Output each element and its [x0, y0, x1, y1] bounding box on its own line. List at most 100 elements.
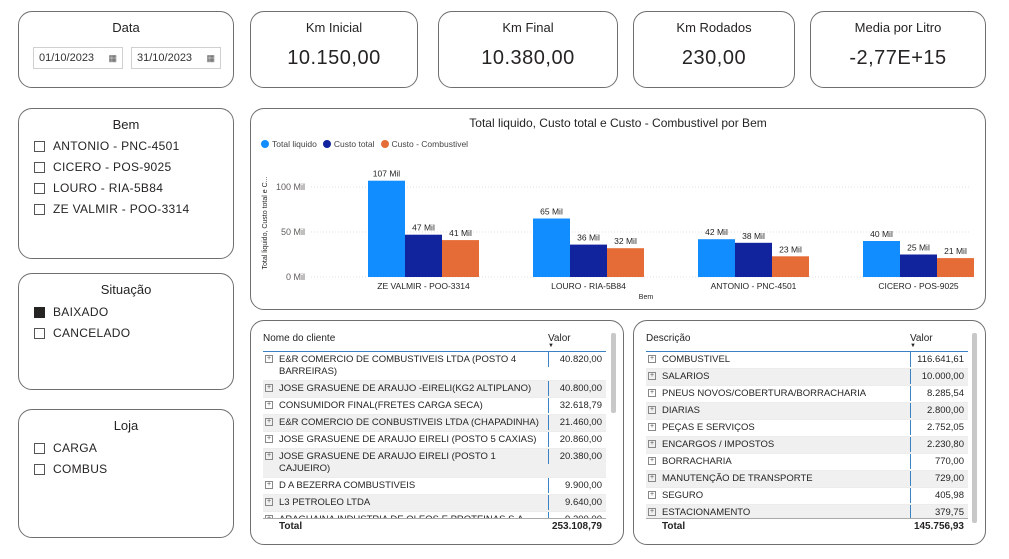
loja-option[interactable]: COMBUS — [34, 462, 233, 476]
table-row[interactable]: + COMBUSTIVEL 116.641,61 — [646, 352, 968, 369]
expand-icon[interactable]: + — [265, 384, 273, 392]
expand-icon[interactable]: + — [265, 355, 273, 363]
row-name: PEÇAS E SERVIÇOS — [662, 422, 755, 433]
data-label: 32 Mil — [614, 236, 637, 246]
row-value: 405,98 — [910, 488, 968, 503]
expand-icon[interactable]: + — [648, 355, 656, 363]
expand-icon[interactable]: + — [648, 457, 656, 465]
bar[interactable] — [772, 256, 809, 277]
data-label: 38 Mil — [742, 231, 765, 241]
table-row[interactable]: + PNEUS NOVOS/COBERTURA/BORRACHARIA 8.285,… — [646, 386, 968, 403]
expand-icon[interactable]: + — [265, 452, 273, 460]
column-header-name[interactable]: Descrição — [646, 333, 910, 348]
bar[interactable] — [607, 248, 644, 277]
bar[interactable] — [442, 240, 479, 277]
expand-icon[interactable]: + — [648, 474, 656, 482]
expand-icon[interactable]: + — [648, 372, 656, 380]
checkbox[interactable] — [34, 161, 45, 173]
table-row[interactable]: + E&R COMERCIO DE CONBUSTIVEIS LTDA (CHAP… — [263, 415, 606, 432]
checkbox[interactable] — [34, 140, 45, 152]
table-row[interactable]: + JOSE GRASUENE DE ARAUJO -EIRELI(KG2 ALT… — [263, 381, 606, 398]
data-label: 23 Mil — [779, 244, 802, 254]
table-row[interactable]: + MANUTENÇÃO DE TRANSPORTE 729,00 — [646, 471, 968, 488]
row-value: 379,75 — [910, 505, 968, 518]
checkbox[interactable] — [34, 463, 45, 475]
bar[interactable] — [698, 239, 735, 277]
scrollbar[interactable] — [972, 333, 977, 523]
bem-option[interactable]: ANTONIO - PNC-4501 — [34, 139, 233, 153]
row-name: ESTACIONAMENTO — [662, 507, 751, 518]
bar[interactable] — [735, 242, 772, 277]
checkbox[interactable] — [34, 442, 45, 454]
column-header-value[interactable]: Valor ▼ — [910, 333, 968, 349]
table-row[interactable]: + CONSUMIDOR FINAL(FRETES CARGA SECA) 32.6… — [263, 398, 606, 415]
checkbox[interactable] — [34, 327, 45, 339]
row-name: D A BEZERRA COMBUSTIVEIS — [279, 480, 416, 491]
bar[interactable] — [368, 180, 405, 277]
table-header: Descrição Valor ▼ — [646, 333, 968, 352]
expand-icon[interactable]: + — [648, 508, 656, 516]
column-header-value[interactable]: Valor ▼ — [548, 333, 606, 349]
expand-icon[interactable]: + — [648, 389, 656, 397]
y-axis-label: Total liquido, Custo total e C... — [262, 176, 269, 269]
legend-item[interactable]: Custo - Combustivel — [380, 139, 468, 149]
checkbox[interactable] — [34, 182, 45, 194]
table-row[interactable]: + ARAGUAINA INDUSTRIA DE OLEOS E PROTEINA… — [263, 512, 606, 518]
expand-icon[interactable]: + — [648, 423, 656, 431]
bar[interactable] — [937, 258, 974, 277]
expand-icon[interactable]: + — [648, 406, 656, 414]
expand-icon[interactable]: + — [265, 435, 273, 443]
table-row[interactable]: + PEÇAS E SERVIÇOS 2.752,05 — [646, 420, 968, 437]
bem-option[interactable]: CICERO - POS-9025 — [34, 160, 233, 174]
table-row[interactable]: + BORRACHARIA 770,00 — [646, 454, 968, 471]
row-name: DIARIAS — [662, 405, 701, 416]
loja-option[interactable]: CARGA — [34, 441, 233, 455]
table-row[interactable]: + JOSE GRASUENE DE ARAUJO EIRELI (POSTO 1… — [263, 449, 606, 478]
expand-icon[interactable]: + — [265, 481, 273, 489]
bar[interactable] — [570, 244, 607, 277]
bem-option[interactable]: ZE VALMIR - POO-3314 — [34, 202, 233, 216]
expand-icon[interactable]: + — [648, 491, 656, 499]
bem-option[interactable]: LOURO - RIA-5B84 — [34, 181, 233, 195]
bar[interactable] — [900, 254, 937, 278]
kpi-label: Km Inicial — [305, 20, 363, 35]
bar[interactable] — [533, 218, 570, 278]
table-row[interactable]: + D A BEZERRA COMBUSTIVEIS 9.900,00 — [263, 478, 606, 495]
table-body: + COMBUSTIVEL 116.641,61 + SALARIOS 10.000,00… — [646, 352, 968, 518]
bar[interactable] — [863, 241, 900, 277]
legend-item[interactable]: Custo total — [322, 139, 375, 149]
start-date-input[interactable]: 01/10/2023 ▦ — [33, 47, 123, 69]
data-label: 41 Mil — [449, 228, 472, 238]
x-axis-label: Bem — [639, 294, 654, 301]
end-date-input[interactable]: 31/10/2023 ▦ — [131, 47, 221, 69]
expand-icon[interactable]: + — [265, 401, 273, 409]
table-row[interactable]: + ENCARGOS / IMPOSTOS 2.230,80 — [646, 437, 968, 454]
table-row[interactable]: + L3 PETROLEO LTDA 9.640,00 — [263, 495, 606, 512]
row-name: SALARIOS — [662, 371, 710, 382]
expand-icon[interactable]: + — [648, 440, 656, 448]
row-value: 21.460,00 — [548, 415, 606, 430]
total-label: Total — [662, 521, 686, 532]
calendar-icon[interactable]: ▦ — [206, 53, 215, 64]
legend-label: Total liquido — [272, 139, 317, 149]
row-name: MANUTENÇÃO DE TRANSPORTE — [662, 473, 813, 484]
bar[interactable] — [405, 234, 442, 277]
table-row[interactable]: + JOSE GRASUENE DE ARAUJO EIRELI (POSTO 5… — [263, 432, 606, 449]
calendar-icon[interactable]: ▦ — [108, 53, 117, 64]
checkbox-checked[interactable] — [34, 306, 45, 318]
expand-icon[interactable]: + — [265, 498, 273, 506]
legend-item[interactable]: Total liquido — [261, 139, 317, 149]
table-row[interactable]: + SEGURO 405,98 — [646, 488, 968, 505]
table-row[interactable]: + SALARIOS 10.000,00 — [646, 369, 968, 386]
bem-slicer-title: Bem — [112, 117, 140, 132]
situacao-option[interactable]: CANCELADO — [34, 326, 233, 340]
table-row[interactable]: + DIARIAS 2.800,00 — [646, 403, 968, 420]
expand-icon[interactable]: + — [265, 418, 273, 426]
column-header-name[interactable]: Nome do cliente — [263, 333, 548, 348]
situacao-option[interactable]: BAIXADO — [34, 305, 233, 319]
table-row[interactable]: + ESTACIONAMENTO 379,75 — [646, 505, 968, 518]
checkbox[interactable] — [34, 203, 45, 215]
expand-icon[interactable]: + — [265, 515, 273, 518]
scrollbar[interactable] — [611, 333, 616, 413]
table-row[interactable]: + E&R COMERCIO DE COMBUSTIVEIS LTDA (POST… — [263, 352, 606, 381]
